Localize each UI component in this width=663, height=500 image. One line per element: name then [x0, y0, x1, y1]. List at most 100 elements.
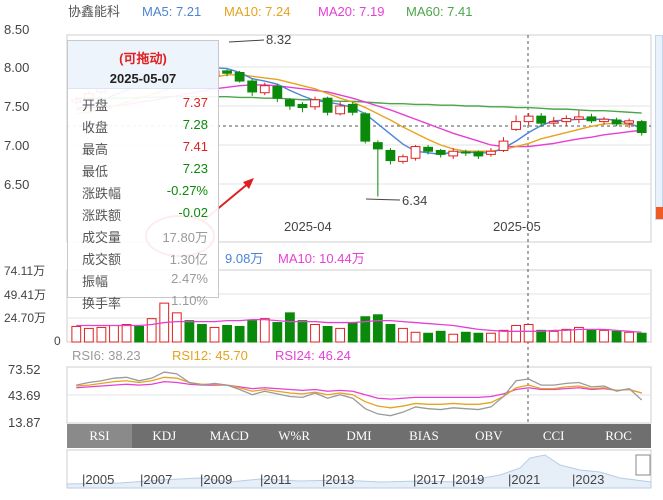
price-x-tick: 2025-05: [493, 219, 541, 234]
volume-bar: [398, 327, 408, 343]
timeline-year-label: |2007: [140, 472, 172, 487]
tab-wr[interactable]: W%R: [262, 424, 327, 448]
candle-body: [599, 118, 609, 123]
candle-body: [486, 150, 496, 155]
tooltip-row-open: 开盘 7.37: [68, 92, 218, 114]
ma10-label: MA10: 7.24: [224, 4, 291, 19]
candle-body: [234, 71, 245, 82]
tooltip-row-high: 最高 7.41: [68, 136, 218, 158]
side-panel-edge[interactable]: [655, 35, 663, 220]
tooltip-row-amount: 成交额 1.30亿: [68, 246, 218, 268]
tab-roc[interactable]: ROC: [586, 424, 651, 448]
tab-rsi[interactable]: RSI: [67, 424, 132, 448]
candle-body: [561, 117, 572, 123]
candle-body: [573, 116, 584, 120]
volume-bar: [536, 329, 547, 343]
tab-macd[interactable]: MACD: [197, 424, 262, 448]
data-tooltip[interactable]: (可拖动) 2025-05-07 开盘 7.37 收盘 7.28 最高 7.41 最低…: [67, 40, 219, 311]
candle-body: [460, 151, 471, 154]
price-y-tick: 7.00: [4, 138, 29, 153]
rsi12-label: RSI12: 45.70: [172, 348, 248, 363]
candle-body: [398, 156, 408, 162]
tooltip-key: 涨跌额: [82, 208, 122, 223]
tooltip-value: 17.80万: [162, 230, 208, 245]
volume-y-tick: 0: [54, 334, 61, 348]
price-y-tick: 8.00: [4, 60, 29, 75]
ma60-label: MA60: 7.41: [406, 4, 473, 19]
high-label: 8.32: [266, 32, 291, 47]
indicator-tabs: RSI KDJ MACD W%R DMI BIAS OBV CCI ROC: [67, 424, 651, 448]
tooltip-row-low: 最低 7.23: [68, 158, 218, 180]
volume-bar: [448, 333, 459, 343]
tooltip-value: 7.41: [182, 139, 208, 154]
volume-bar: [222, 324, 232, 343]
candle-body: [511, 121, 521, 130]
volume-y-tick: 49.41万: [4, 288, 46, 302]
tooltip-drag-label: (可拖动): [119, 51, 167, 66]
volume-bar: [322, 325, 333, 343]
volume-bar: [523, 324, 534, 343]
price-y-tick: 6.50: [4, 177, 29, 192]
candle-body: [586, 116, 597, 122]
volume-bar: [347, 322, 358, 343]
volume-bar: [460, 331, 471, 343]
candle-body: [636, 121, 647, 134]
tooltip-key: 开盘: [82, 98, 109, 113]
candle-body: [335, 105, 346, 115]
volume-bar: [435, 330, 446, 343]
timeline-year-label: |2017: [413, 472, 445, 487]
candle-body: [548, 121, 559, 124]
tooltip-key: 最高: [82, 142, 109, 157]
tab-bias[interactable]: BIAS: [391, 424, 456, 448]
volume-bar: [310, 324, 320, 343]
price-x-tick: 2025-04: [284, 219, 332, 234]
timeline-handle[interactable]: [635, 454, 651, 476]
candle-body: [310, 99, 320, 108]
candle-body: [410, 146, 421, 159]
timeline-year-label: |2009: [200, 472, 232, 487]
side-panel-accent: [656, 207, 663, 219]
tab-obv[interactable]: OBV: [456, 424, 521, 448]
rsi24-label: RSI24: 46.24: [275, 348, 351, 363]
tooltip-value: 2.47%: [171, 271, 208, 286]
volume-bar: [511, 324, 521, 343]
volume-bar: [599, 329, 609, 343]
volume-bar: [360, 316, 371, 343]
volume-bar: [586, 329, 597, 343]
volume-bar: [146, 318, 157, 343]
tooltip-row-turnover: 换手率 1.10%: [68, 290, 218, 312]
volume-ma-partial: 9.08万: [225, 251, 263, 266]
tooltip-header[interactable]: (可拖动) 2025-05-07: [68, 41, 218, 89]
volume-bar: [96, 326, 107, 343]
volume-y-tick: 24.70万: [4, 311, 46, 325]
candle-body: [360, 113, 371, 142]
volume-bar: [197, 324, 207, 343]
tooltip-key: 收盘: [82, 120, 109, 135]
tab-kdj[interactable]: KDJ: [132, 424, 197, 448]
volume-bar: [611, 330, 622, 343]
tooltip-key: 成交量: [82, 230, 122, 245]
rsi-y-tick: 73.52: [8, 362, 41, 377]
volume-bar: [83, 327, 94, 343]
tooltip-value: 1.30亿: [169, 252, 208, 267]
candle-body: [498, 140, 509, 151]
candle-body: [423, 146, 434, 152]
rsi-y-tick: 43.69: [8, 388, 41, 403]
timeline-year-label: |2019: [452, 472, 484, 487]
volume-bar: [134, 325, 145, 343]
volume-bar: [486, 332, 496, 343]
candle-body: [372, 142, 383, 150]
ma20-label: MA20: 7.19: [318, 4, 385, 19]
tab-dmi[interactable]: DMI: [327, 424, 392, 448]
tooltip-value: 7.23: [182, 161, 208, 176]
tooltip-row-change: 涨跌额 -0.02: [68, 202, 218, 224]
candle-body: [272, 86, 283, 99]
volume-bar: [109, 324, 119, 343]
tab-cci[interactable]: CCI: [521, 424, 586, 448]
volume-bar: [121, 324, 132, 343]
volume-bar: [410, 331, 421, 343]
price-y-tick: 7.50: [4, 99, 29, 114]
tooltip-value: 7.28: [182, 117, 208, 132]
tooltip-key: 换手率: [82, 296, 122, 311]
candle-body: [473, 151, 484, 157]
